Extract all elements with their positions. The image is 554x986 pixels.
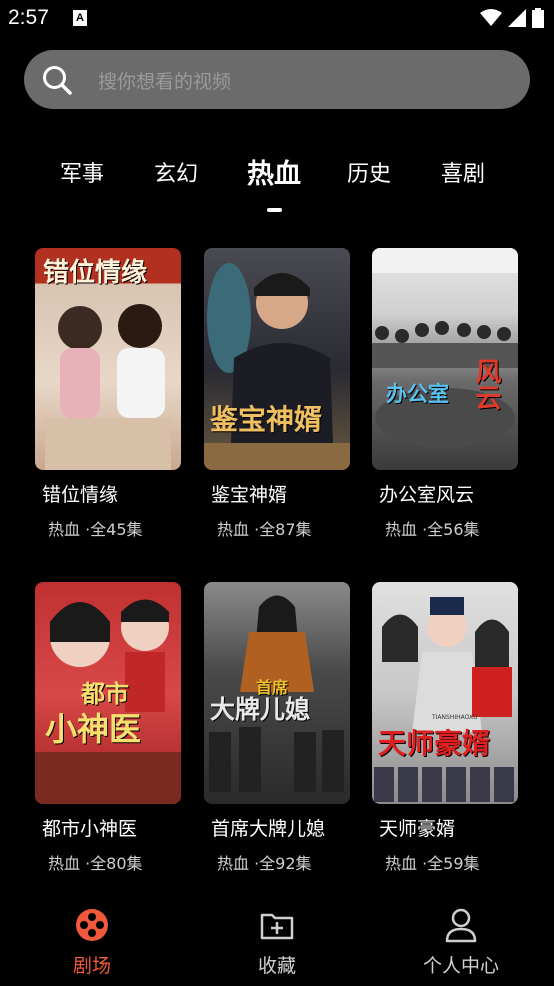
add-folder-icon [260, 913, 294, 940]
bottom-navigation: 剧场 收藏 个人中心 [0, 897, 554, 986]
poster-image: TIANSHIHAOXU 天师豪婿 [372, 582, 518, 804]
nav-label: 收藏 [257, 955, 296, 977]
nav-favorites[interactable]: 收藏 [217, 897, 337, 986]
drama-meta: 热血 ·全45集 [48, 520, 143, 539]
poster-image: 鉴宝神婿 [204, 248, 350, 470]
poster-title: 鉴宝神婿 [210, 403, 323, 436]
tab-fantasy[interactable]: 玄幻 [154, 156, 198, 188]
poster-title: 天师豪婿 [378, 727, 491, 760]
poster-art [374, 597, 514, 802]
tab-history[interactable]: 历史 [347, 156, 391, 188]
drama-meta: 热血 ·全59集 [385, 854, 480, 873]
signal-icon [508, 9, 526, 27]
drama-meta: 热血 ·全87集 [217, 520, 312, 539]
nav-label: 剧场 [72, 955, 111, 977]
status-icons [480, 8, 544, 28]
poster-subtitle-latin: TIANSHIHAOXU [432, 714, 478, 721]
poster-image: 错位情缘 [35, 248, 181, 470]
drama-meta: 热血 ·全92集 [217, 854, 312, 873]
drama-title: 办公室风云 [379, 484, 475, 506]
poster-image: 办公室 风云 [372, 248, 518, 470]
drama-title: 鉴宝神婿 [211, 484, 288, 506]
poster-title: 错位情缘 [43, 258, 148, 288]
status-bar: 2:57 A [0, 0, 554, 38]
wifi-icon [480, 9, 502, 26]
poster-image: 首席 大牌儿媳 [204, 582, 350, 804]
drama-title: 都市小神医 [42, 818, 138, 840]
search-placeholder: 搜你想看的视频 [98, 71, 232, 93]
category-tabs: 军事 玄幻 热血 历史 喜剧 [0, 150, 554, 190]
drama-meta: 热血 ·全56集 [385, 520, 480, 539]
nav-profile[interactable]: 个人中心 [401, 897, 521, 986]
nav-label: 个人中心 [422, 955, 499, 977]
tab-comedy[interactable]: 喜剧 [441, 156, 485, 188]
battery-icon [532, 8, 544, 28]
drama-meta: 热血 ·全80集 [48, 854, 143, 873]
search-icon [43, 66, 72, 95]
tab-passion[interactable]: 热血 [247, 152, 301, 191]
active-tab-indicator [267, 208, 282, 212]
person-icon [445, 908, 477, 943]
drama-title: 首席大牌儿媳 [211, 818, 326, 840]
notification-icon: A [73, 10, 87, 26]
tab-military[interactable]: 军事 [60, 156, 104, 188]
film-reel-icon [76, 909, 108, 941]
nav-theater[interactable]: 剧场 [32, 897, 152, 986]
drama-title: 天师豪婿 [379, 818, 456, 840]
search-bar[interactable]: 搜你想看的视频 [24, 50, 530, 109]
poster-subtitle: 风云 [471, 358, 501, 410]
status-time: 2:57 [8, 6, 49, 29]
poster-title: 办公室 [386, 382, 449, 406]
drama-title: 错位情缘 [42, 484, 119, 506]
poster-subtitle: 小神医 [45, 710, 142, 748]
poster-image: 都市 小神医 [35, 582, 181, 804]
poster-subtitle: 大牌儿媳 [210, 695, 311, 724]
